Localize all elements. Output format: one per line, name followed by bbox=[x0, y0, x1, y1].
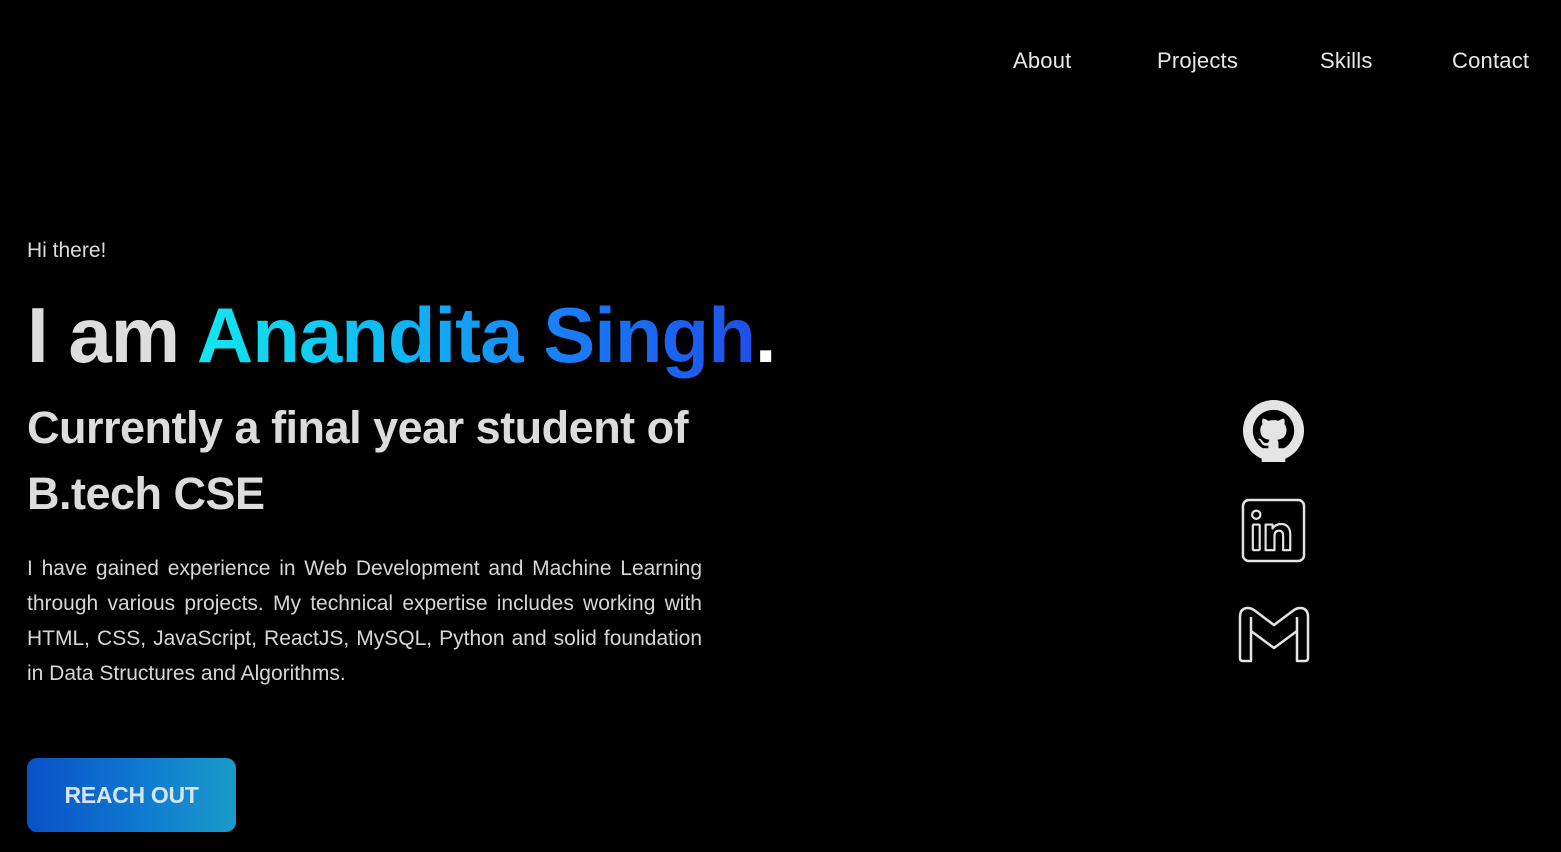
nav-link-contact[interactable]: Contact bbox=[1452, 45, 1529, 77]
headline-name: Anandita Singh bbox=[196, 291, 756, 379]
hero-bio: I have gained experience in Web Developm… bbox=[27, 557, 702, 685]
nav-link-about[interactable]: About bbox=[1013, 45, 1072, 77]
hero-headline: I am Anandita Singh. bbox=[27, 285, 777, 385]
github-link[interactable] bbox=[1242, 399, 1305, 462]
headline-period: . bbox=[754, 291, 777, 379]
hero-subheading: Currently a final year student of B.tech… bbox=[27, 402, 689, 519]
headline-lead: I am bbox=[27, 291, 197, 379]
nav-link-skills[interactable]: Skills bbox=[1320, 45, 1373, 77]
github-icon bbox=[1242, 399, 1305, 462]
gmail-icon bbox=[1238, 606, 1310, 663]
linkedin-link[interactable] bbox=[1241, 498, 1306, 563]
linkedin-icon bbox=[1241, 498, 1306, 563]
gmail-link[interactable] bbox=[1236, 603, 1312, 663]
reach-out-button[interactable]: REACH OUT bbox=[27, 758, 236, 832]
nav-link-projects[interactable]: Projects bbox=[1157, 45, 1238, 77]
greeting-text: Hi there! bbox=[27, 239, 107, 262]
